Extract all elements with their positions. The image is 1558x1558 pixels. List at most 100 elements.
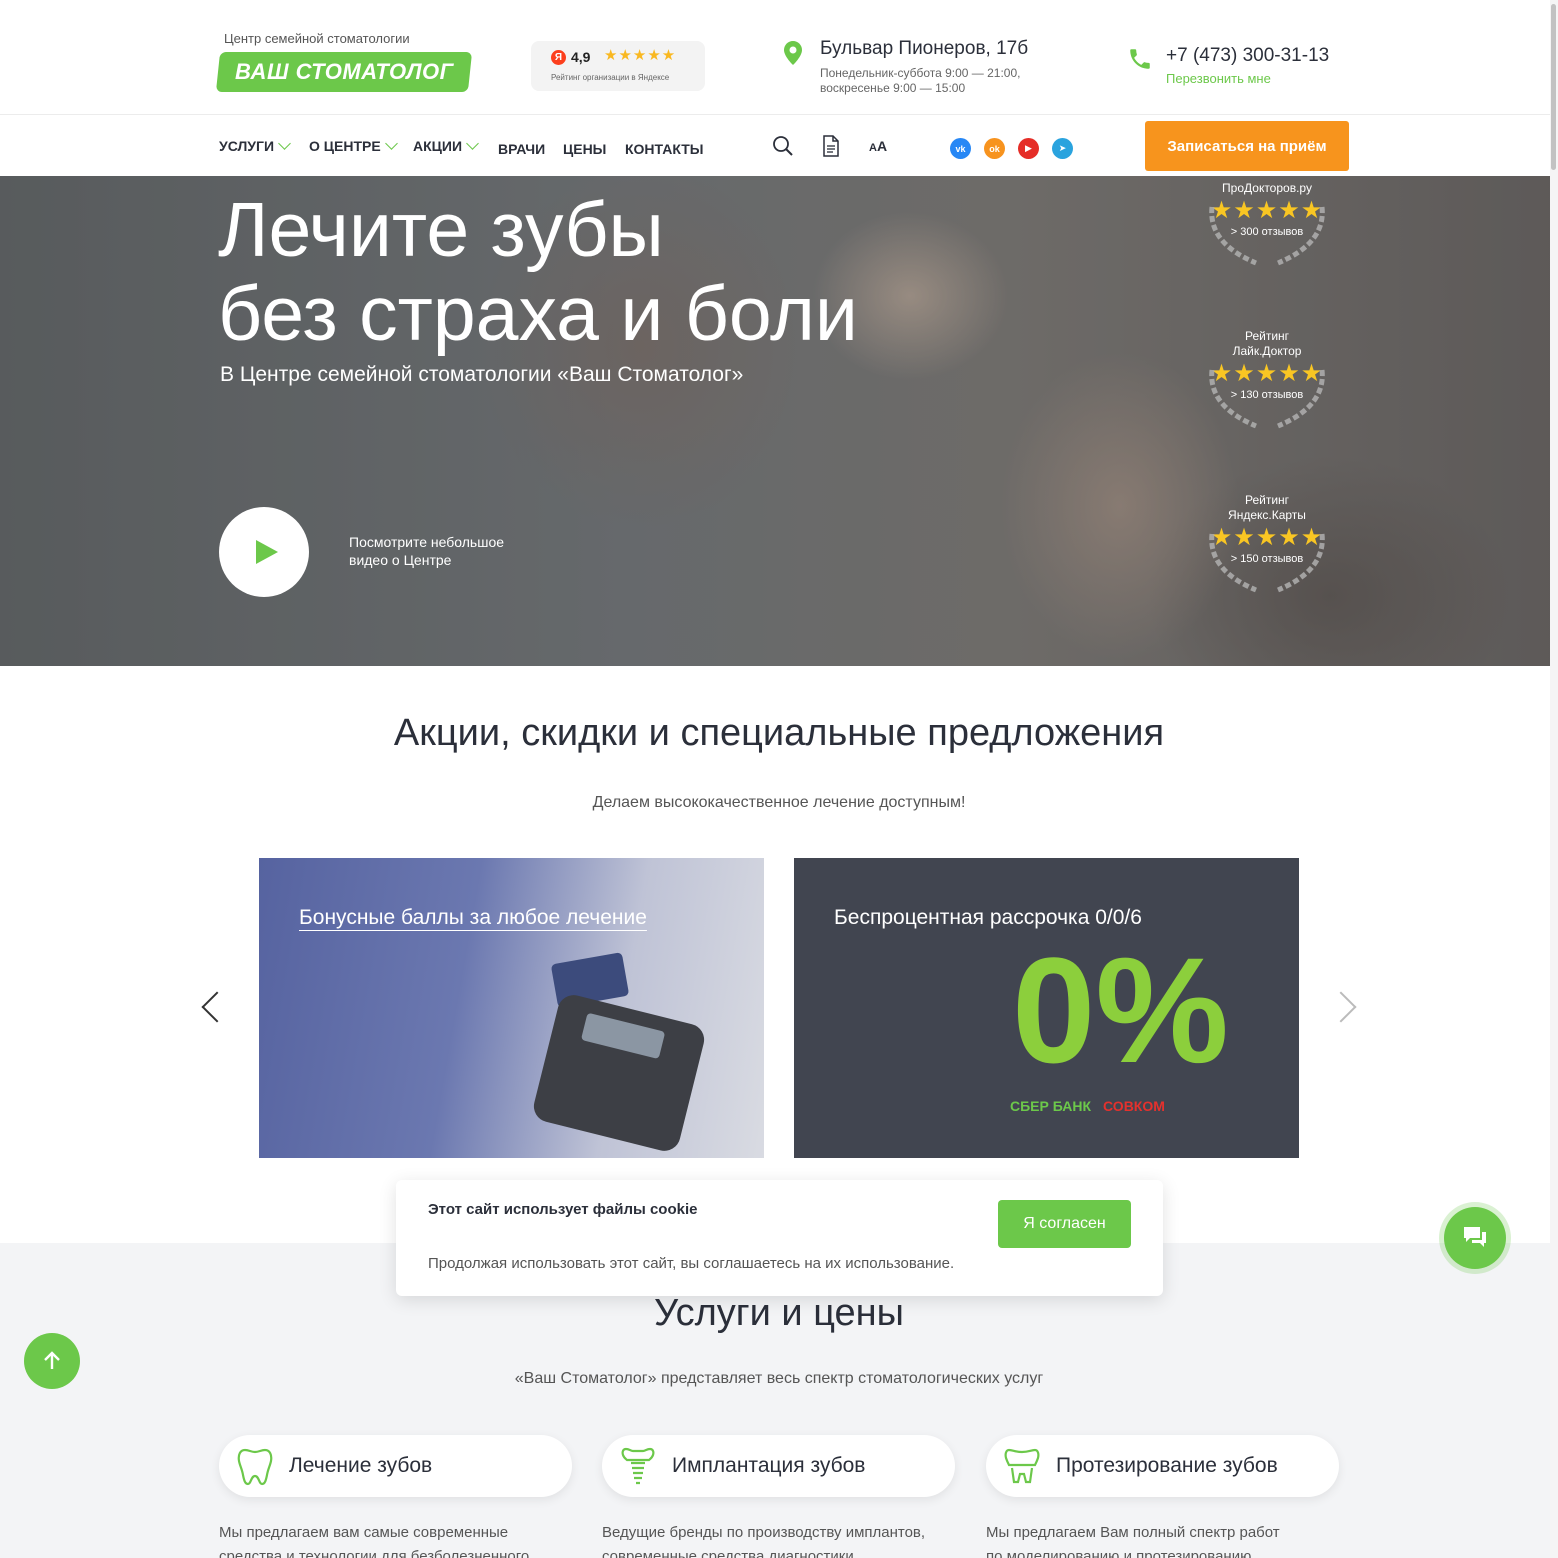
service-prosthetics[interactable]: Протезирование зубов bbox=[986, 1435, 1339, 1497]
terminal-screen bbox=[580, 1012, 666, 1060]
promos-heading: Акции, скидки и специальные предложения bbox=[393, 712, 1165, 754]
rating-title: Рейтинг bbox=[1244, 493, 1290, 507]
service-name: Протезирование зубов bbox=[1056, 1454, 1278, 1477]
arrow-up-icon bbox=[44, 1351, 60, 1369]
crown-tooth-icon bbox=[1004, 1448, 1040, 1484]
service-desc-line: Ведущие бренды по производству имплантов… bbox=[602, 1524, 926, 1541]
hero-title-line1: Лечите зубы bbox=[218, 187, 664, 273]
partner-banks: СБЕР БАНК СОВКОМ bbox=[1010, 1098, 1165, 1114]
carousel-next-arrow-icon[interactable] bbox=[1325, 991, 1357, 1023]
cookie-banner: Этот сайт использует файлы cookie Продол… bbox=[396, 1180, 1163, 1296]
play-video-button[interactable] bbox=[219, 507, 309, 597]
video-caption-line1: Посмотрите небольшое bbox=[349, 534, 505, 550]
play-icon bbox=[256, 540, 278, 564]
rating-title-source: Лайк.Доктор bbox=[1232, 344, 1302, 358]
cookie-title: Этот сайт использует файлы cookie bbox=[428, 1201, 698, 1218]
phone-icon bbox=[1130, 49, 1150, 69]
video-caption-line2: видео о Центре bbox=[349, 552, 452, 568]
sberbank-logo: СБЕР БАНК bbox=[1010, 1098, 1092, 1114]
yandex-stars: ★★★★★ bbox=[604, 47, 677, 64]
yandex-caption: Рейтинг организации в Яндексе bbox=[551, 73, 670, 82]
chat-button[interactable] bbox=[1444, 1207, 1506, 1269]
address: Бульвар Пионеров, 17б bbox=[820, 38, 1029, 59]
service-desc-line: Мы предлагаем Вам полный спектр работ bbox=[986, 1524, 1280, 1541]
logo[interactable]: ВАШ СТОМАТОЛОГ bbox=[215, 52, 473, 92]
page-scrollbar[interactable] bbox=[1550, 0, 1558, 1558]
nav-label: УСЛУГИ bbox=[219, 138, 275, 154]
document-icon[interactable] bbox=[820, 135, 842, 157]
tooth-icon bbox=[237, 1448, 273, 1486]
yandex-icon: Я bbox=[551, 50, 566, 65]
zero-percent-graphic: 0% bbox=[1012, 926, 1229, 1094]
font-size-small-glyph: A bbox=[869, 142, 877, 154]
logo-subtitle: Центр семейной стоматологии bbox=[224, 31, 410, 46]
callback-link[interactable]: Перезвонить мне bbox=[1166, 71, 1271, 86]
sovcombank-logo: СОВКОМ bbox=[1103, 1098, 1165, 1114]
telegram-icon[interactable]: ➤ bbox=[1052, 138, 1073, 159]
promo-card-bonus[interactable]: Бонусные баллы за любое лечение bbox=[259, 858, 764, 1158]
hero-title-line2: без страха и боли bbox=[218, 271, 858, 357]
service-desc-line: средства и технологии для безболезненног… bbox=[219, 1548, 530, 1558]
yandex-rating-widget[interactable]: Я 4,9 ★★★★★ Рейтинг организации в Яндекс… bbox=[531, 41, 705, 91]
vk-icon[interactable]: vk bbox=[950, 138, 971, 159]
top-header: Центр семейной стоматологии ВАШ СТОМАТОЛ… bbox=[0, 0, 1558, 115]
odnoklassniki-icon[interactable]: ok bbox=[984, 138, 1005, 159]
nav-item-contacts[interactable]: КОНТАКТЫ bbox=[625, 141, 703, 157]
service-description: Мы предлагаем Вам полный спектр работ по… bbox=[986, 1521, 1346, 1558]
service-desc-line: Мы предлагаем вам самые современные bbox=[219, 1524, 509, 1541]
font-size-large-glyph: A bbox=[876, 138, 888, 154]
main-nav: УСЛУГИ О ЦЕНТРЕ АКЦИИ ВРАЧИ ЦЕНЫ КОНТАКТ… bbox=[0, 116, 1558, 176]
rating-title: Рейтинг bbox=[1244, 329, 1290, 343]
service-implantation[interactable]: Имплантация зубов bbox=[602, 1435, 955, 1497]
nav-item-doctors[interactable]: ВРАЧИ bbox=[498, 141, 545, 157]
service-treatment[interactable]: Лечение зубов bbox=[219, 1435, 572, 1497]
nav-item-services[interactable]: УСЛУГИ bbox=[219, 137, 291, 154]
chevron-down-icon bbox=[278, 137, 291, 150]
service-description: Ведущие бренды по производству имплантов… bbox=[602, 1521, 962, 1558]
chevron-down-icon bbox=[466, 137, 479, 150]
hours-sunday: воскресенье 9:00 — 15:00 bbox=[820, 81, 966, 95]
nav-label: ЦЕНЫ bbox=[563, 141, 607, 157]
logo-text: ВАШ СТОМАТОЛОГ bbox=[234, 59, 454, 84]
service-name: Лечение зубов bbox=[289, 1454, 433, 1477]
nav-label: АКЦИИ bbox=[413, 138, 463, 154]
video-caption[interactable]: Посмотрите небольшое видео о Центре bbox=[349, 533, 549, 569]
nav-item-about[interactable]: О ЦЕНТРЕ bbox=[309, 137, 398, 154]
nav-label: ВРАЧИ bbox=[498, 141, 546, 157]
hero-title: Лечите зубы без страха и боли bbox=[218, 188, 858, 356]
yandex-score: 4,9 bbox=[571, 49, 591, 65]
payment-terminal-image bbox=[530, 991, 708, 1155]
font-size-toggle[interactable]: AA bbox=[869, 138, 887, 154]
search-icon[interactable] bbox=[772, 135, 794, 157]
cookie-accept-button[interactable]: Я согласен bbox=[998, 1200, 1131, 1248]
book-appointment-button[interactable]: Записаться на приём bbox=[1145, 121, 1349, 171]
chat-bubble-icon bbox=[1464, 1227, 1486, 1247]
scroll-to-top-button[interactable] bbox=[24, 1333, 80, 1389]
laurel-wreath-icon bbox=[1209, 369, 1325, 429]
services-heading: Услуги и цены bbox=[654, 1292, 904, 1334]
rating-title-source: Яндекс.Карты bbox=[1228, 508, 1306, 522]
nav-item-prices[interactable]: ЦЕНЫ bbox=[563, 141, 606, 157]
nav-item-promos[interactable]: АКЦИИ bbox=[413, 137, 479, 154]
scrollbar-thumb[interactable] bbox=[1551, 4, 1556, 170]
service-desc-line: по моделированию и протезированию bbox=[986, 1548, 1252, 1558]
rating-prodoctorov[interactable]: ПроДокторов.ру ★★★★★ > 300 отзывов bbox=[1192, 181, 1342, 266]
rating-title: ПроДокторов.ру bbox=[1222, 181, 1312, 195]
rating-likedoctor[interactable]: Рейтинг Лайк.Доктор ★★★★★ > 130 отзывов bbox=[1192, 329, 1342, 429]
laurel-wreath-icon bbox=[1209, 533, 1325, 593]
service-description: Мы предлагаем вам самые современные сред… bbox=[219, 1521, 579, 1558]
services-subheading: «Ваш Стоматолог» представляет весь спект… bbox=[514, 1370, 1044, 1387]
hours-weekdays: Понедельник-суббота 9:00 — 21:00, bbox=[820, 66, 1021, 80]
rating-yandex-maps[interactable]: Рейтинг Яндекс.Карты ★★★★★ > 150 отзывов bbox=[1192, 493, 1342, 593]
nav-label: О ЦЕНТРЕ bbox=[309, 138, 381, 154]
cookie-text: Продолжая использовать этот сайт, вы сог… bbox=[428, 1255, 955, 1272]
chevron-down-icon bbox=[384, 137, 398, 150]
hero-banner: Лечите зубы без страха и боли В Центре с… bbox=[0, 176, 1558, 666]
carousel-prev-arrow-icon[interactable] bbox=[201, 991, 233, 1023]
nav-label: КОНТАКТЫ bbox=[625, 141, 704, 157]
promo-card-title[interactable]: Бонусные баллы за любое лечение bbox=[299, 906, 647, 930]
phone-number[interactable]: +7 (473) 300-31-13 bbox=[1166, 45, 1329, 67]
service-desc-line: современные средства диагностики bbox=[602, 1548, 854, 1558]
youtube-icon[interactable]: ▶ bbox=[1018, 138, 1039, 159]
promo-card-installment[interactable]: Беспроцентная рассрочка 0/0/6 0% СБЕР БА… bbox=[794, 858, 1299, 1158]
